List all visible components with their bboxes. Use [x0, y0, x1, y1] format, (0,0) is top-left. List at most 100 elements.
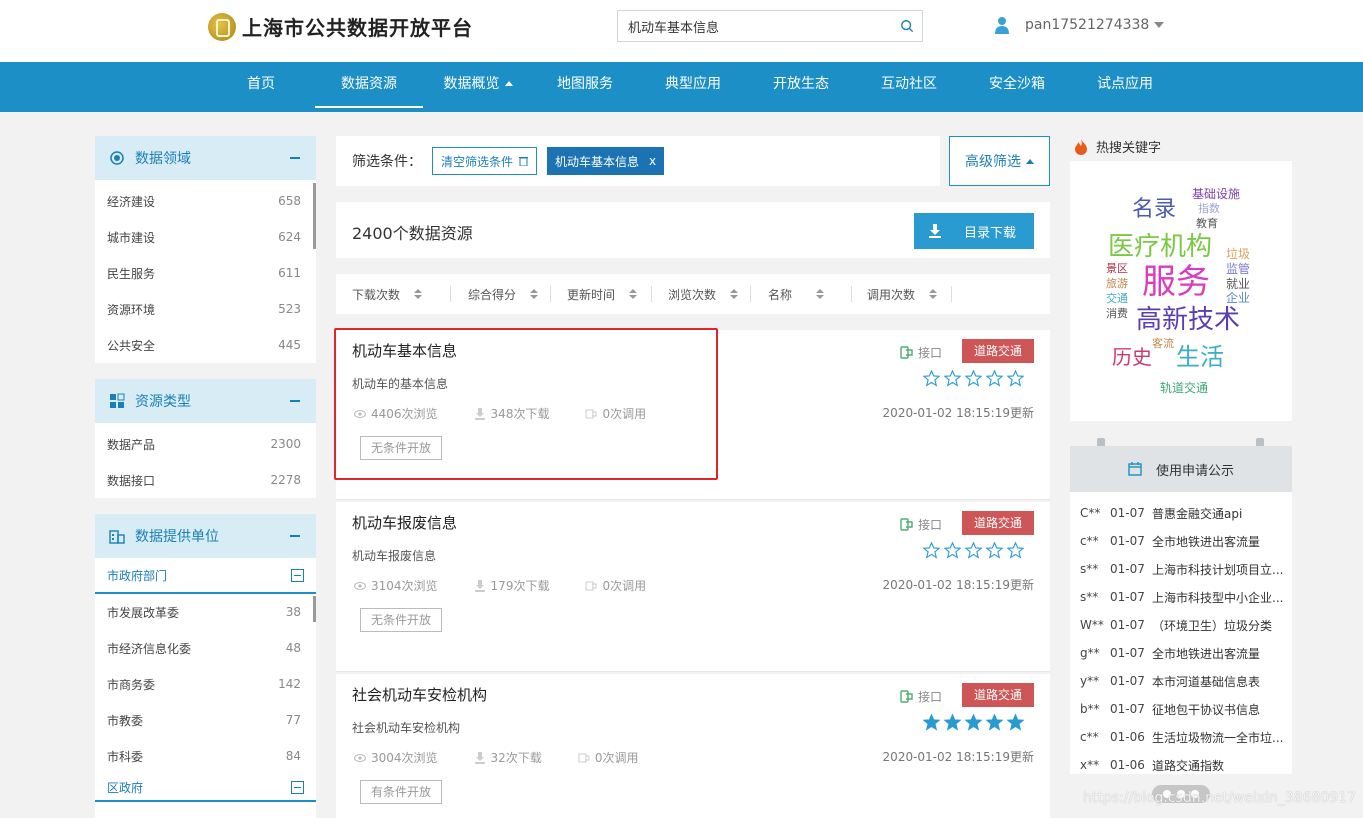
star-icon[interactable] — [1007, 714, 1024, 731]
nav-item-home[interactable]: 首页 — [231, 62, 291, 112]
apply-dataset[interactable]: 生活垃圾物流一全市垃... — [1152, 729, 1284, 746]
apply-row[interactable]: C** 01-07 普惠金融交通api — [1070, 499, 1292, 527]
keyword[interactable]: 监管 — [1226, 263, 1250, 275]
apply-row[interactable]: c** 01-06 生活垃圾物流一全市垃... — [1070, 723, 1292, 751]
collapse-icon[interactable] — [290, 400, 300, 402]
collapse-icon[interactable] — [290, 535, 300, 537]
sidebar-item-provider[interactable]: 市发展改革委 38 — [95, 594, 316, 630]
keyword[interactable]: 名录 — [1132, 199, 1176, 221]
sidebar-item-environment[interactable]: 资源环境 523 — [95, 291, 316, 327]
nav-item-pilot-apps[interactable]: 试点应用 — [1085, 62, 1165, 112]
dataset-card[interactable]: 机动车报废信息 机动车报废信息 3104次浏览 179次下载 0次调用 无条件开放 接口 道路… — [336, 502, 1050, 672]
collapse-icon[interactable] — [290, 157, 300, 159]
star-icon[interactable] — [923, 370, 940, 387]
advanced-filter-button[interactable]: 高级筛选 — [949, 136, 1050, 186]
sidebar-item-data-product[interactable]: 数据产品 2300 — [95, 426, 316, 462]
dataset-title[interactable]: 机动车报废信息 — [352, 512, 457, 533]
keyword[interactable]: 企业 — [1226, 292, 1250, 304]
keyword[interactable]: 景区 — [1106, 263, 1128, 274]
keyword[interactable]: 垃圾 — [1226, 248, 1250, 260]
keyword[interactable]: 基础设施 — [1192, 188, 1240, 200]
sort-downloads[interactable]: 下载次数 — [352, 274, 423, 314]
star-icon[interactable] — [1007, 370, 1024, 387]
nav-item-data-resources[interactable]: 数据资源 — [315, 62, 423, 112]
keyword[interactable]: 轨道交通 — [1160, 382, 1208, 394]
close-icon[interactable]: x — [649, 154, 656, 168]
star-icon[interactable] — [923, 714, 940, 731]
collapse-box-icon[interactable] — [291, 568, 304, 582]
nav-item-sandbox[interactable]: 安全沙箱 — [977, 62, 1057, 112]
group-district-gov[interactable]: 区政府 — [95, 774, 316, 802]
sort-views[interactable]: 浏览次数 — [668, 274, 739, 314]
sidebar-item-data-api[interactable]: 数据接口 2278 — [95, 462, 316, 498]
apply-row[interactable]: c** 01-07 全市地铁进出客流量 — [1070, 527, 1292, 555]
apply-row[interactable]: x** 01-06 道路交通指数 — [1070, 751, 1292, 774]
domain-panel-header[interactable]: 数据领域 — [95, 136, 316, 180]
nav-item-map-service[interactable]: 地图服务 — [545, 62, 625, 112]
keyword[interactable]: 历史 — [1112, 347, 1152, 367]
star-icon[interactable] — [986, 370, 1003, 387]
star-icon[interactable] — [986, 542, 1003, 559]
dataset-title[interactable]: 社会机动车安检机构 — [352, 684, 487, 705]
sidebar-item-provider[interactable]: 市商务委 142 — [95, 666, 316, 702]
apply-row[interactable]: s** 01-07 上海市科技型中小企业... — [1070, 583, 1292, 611]
provider-panel-header[interactable]: 数据提供单位 — [95, 514, 316, 558]
apply-dataset[interactable]: 上海市科技计划项目立... — [1152, 561, 1284, 578]
dataset-card[interactable]: 社会机动车安检机构 社会机动车安检机构 3004次浏览 32次下载 0次调用 有条件开放接… — [336, 674, 1050, 818]
star-icon[interactable] — [965, 542, 982, 559]
group-city-departments[interactable]: 市政府部门 — [95, 558, 316, 594]
keyword[interactable]: 教育 — [1196, 218, 1218, 229]
domain-tag[interactable]: 道路交通 — [962, 339, 1034, 363]
keyword[interactable]: 交通 — [1106, 293, 1128, 304]
nav-item-community[interactable]: 互动社区 — [869, 62, 949, 112]
keyword[interactable]: 消费 — [1106, 308, 1128, 319]
sort-update-time[interactable]: 更新时间 — [567, 274, 638, 314]
apply-dataset[interactable]: 全市地铁进出客流量 — [1152, 645, 1284, 662]
star-icon[interactable] — [986, 714, 1003, 731]
nav-item-ecosystem[interactable]: 开放生态 — [761, 62, 841, 112]
sort-score[interactable]: 综合得分 — [468, 274, 539, 314]
keyword[interactable]: 高新技术 — [1136, 307, 1240, 333]
star-icon[interactable] — [1007, 542, 1024, 559]
nav-item-data-overview[interactable]: 数据概览 — [433, 62, 523, 112]
scrollbar[interactable] — [313, 596, 316, 622]
domain-tag[interactable]: 道路交通 — [962, 683, 1034, 707]
user-menu[interactable]: pan17521274338 — [995, 16, 1165, 34]
apply-row[interactable]: y** 01-07 本市河道基础信息表 — [1070, 667, 1292, 695]
search-icon[interactable] — [900, 19, 914, 33]
apply-row[interactable]: W** 01-07 （环境卫生）垃圾分类 — [1070, 611, 1292, 639]
apply-dataset[interactable]: 上海市科技型中小企业... — [1152, 589, 1284, 606]
keyword[interactable]: 就业 — [1226, 278, 1250, 290]
type-panel-header[interactable]: 资源类型 — [95, 379, 316, 423]
apply-dataset[interactable]: 普惠金融交通api — [1152, 505, 1284, 522]
apply-dataset[interactable]: （环境卫生）垃圾分类 — [1152, 617, 1284, 634]
catalog-download-button[interactable]: 目录下载 — [914, 213, 1034, 249]
apply-row[interactable]: b** 01-07 征地包干协议书信息 — [1070, 695, 1292, 723]
domain-tag[interactable]: 道路交通 — [962, 511, 1034, 535]
rating-stars[interactable] — [923, 714, 1024, 731]
keyword[interactable]: 旅游 — [1106, 278, 1128, 289]
star-icon[interactable] — [923, 542, 940, 559]
sidebar-item-provider[interactable]: 市教委 77 — [95, 702, 316, 738]
apply-dataset[interactable]: 本市河道基础信息表 — [1152, 673, 1284, 690]
nav-item-typical-apps[interactable]: 典型应用 — [653, 62, 733, 112]
keyword[interactable]: 指数 — [1198, 203, 1220, 214]
keyword[interactable]: 生活 — [1176, 345, 1224, 369]
star-icon[interactable] — [965, 370, 982, 387]
sort-calls[interactable]: 调用次数 — [867, 274, 938, 314]
star-icon[interactable] — [944, 542, 961, 559]
apply-row[interactable]: s** 01-07 上海市科技计划项目立... — [1070, 555, 1292, 583]
sidebar-item-provider[interactable]: 市经济信息化委 48 — [95, 630, 316, 666]
sort-name[interactable]: 名称 — [768, 274, 825, 314]
keyword[interactable]: 医疗机构 — [1108, 234, 1212, 260]
collapse-box-icon[interactable] — [291, 780, 304, 794]
sidebar-item-safety[interactable]: 公共安全 445 — [95, 327, 316, 363]
keyword[interactable]: 服务 — [1142, 265, 1210, 299]
star-icon[interactable] — [965, 714, 982, 731]
filter-chip[interactable]: 机动车基本信息 x — [547, 147, 665, 175]
star-icon[interactable] — [944, 714, 961, 731]
apply-dataset[interactable]: 道路交通指数 — [1152, 757, 1284, 774]
sidebar-item-urban[interactable]: 城市建设 624 — [95, 219, 316, 255]
keyword[interactable]: 客流 — [1152, 338, 1174, 349]
clear-filters-button[interactable]: 清空筛选条件 — [432, 147, 538, 175]
